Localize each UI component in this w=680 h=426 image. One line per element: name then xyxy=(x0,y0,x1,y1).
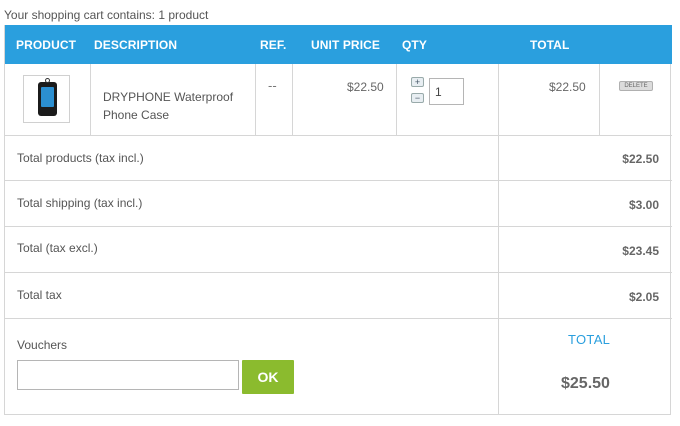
header-product: PRODUCT xyxy=(16,38,77,52)
total-tax-excl-value: $23.45 xyxy=(622,244,659,258)
unit-price: $22.50 xyxy=(347,80,384,94)
divider xyxy=(292,64,293,136)
divider xyxy=(599,64,600,136)
divider xyxy=(498,64,499,415)
delete-button[interactable]: DELETE xyxy=(619,81,653,91)
header-description: DESCRIPTION xyxy=(94,38,178,52)
header-qty: QTY xyxy=(402,38,427,52)
product-name[interactable]: DRYPHONE Waterproof Phone Case xyxy=(103,88,253,124)
total-products-label: Total products (tax incl.) xyxy=(17,151,144,165)
divider xyxy=(396,64,397,136)
qty-minus-button[interactable]: − xyxy=(411,93,424,103)
divider xyxy=(90,64,91,136)
total-tax-label: Total tax xyxy=(17,288,62,302)
phone-case-icon xyxy=(38,78,57,116)
product-ref: -- xyxy=(268,78,277,93)
row-divider xyxy=(5,272,672,273)
qty-input[interactable] xyxy=(429,78,464,105)
table-header: PRODUCT DESCRIPTION REF. UNIT PRICE QTY … xyxy=(5,25,672,64)
total-shipping-label: Total shipping (tax incl.) xyxy=(17,196,143,210)
cart-summary: Your shopping cart contains: 1 product xyxy=(4,8,209,22)
header-total: TOTAL xyxy=(530,38,570,52)
row-divider xyxy=(5,180,672,181)
total-shipping-value: $3.00 xyxy=(628,198,659,212)
voucher-input[interactable] xyxy=(17,360,239,390)
total-tax-excl-label: Total (tax excl.) xyxy=(17,241,98,255)
row-divider xyxy=(5,318,672,319)
grand-total-label: TOTAL xyxy=(568,332,611,347)
total-tax-value: $2.05 xyxy=(628,290,659,304)
vouchers-label: Vouchers xyxy=(17,338,68,352)
divider xyxy=(255,64,256,136)
grand-total-value: $25.50 xyxy=(561,375,610,392)
line-total: $22.50 xyxy=(549,80,586,94)
row-divider xyxy=(5,135,672,136)
voucher-ok-button[interactable]: OK xyxy=(242,360,294,394)
header-ref: REF. xyxy=(260,38,287,52)
total-products-value: $22.50 xyxy=(622,152,659,166)
cart-table: PRODUCT DESCRIPTION REF. UNIT PRICE QTY … xyxy=(4,25,672,415)
product-image[interactable] xyxy=(23,75,70,123)
row-divider xyxy=(5,226,672,227)
header-unit-price: UNIT PRICE xyxy=(311,38,381,52)
qty-plus-button[interactable]: + xyxy=(411,77,424,87)
